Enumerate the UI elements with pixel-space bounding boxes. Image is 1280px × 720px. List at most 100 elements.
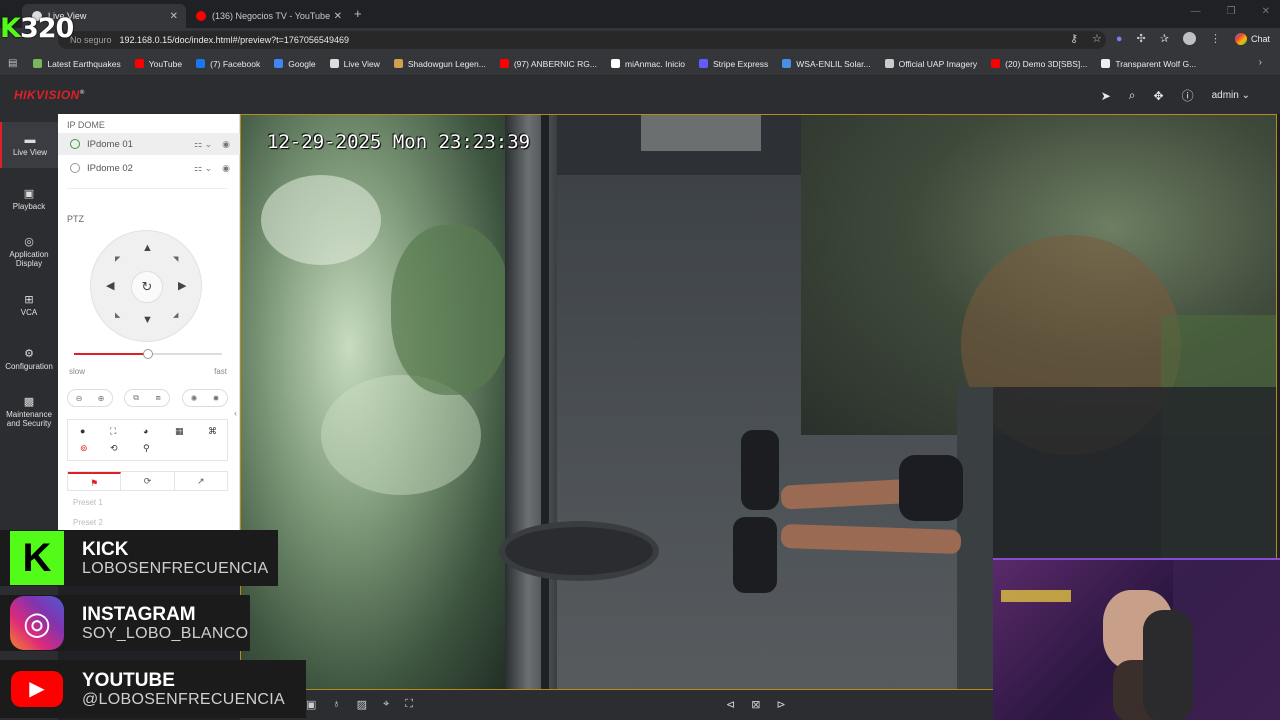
sidebar-toggle-icon[interactable]: ▤ bbox=[8, 58, 17, 69]
microphone-icon[interactable]: ♁ bbox=[332, 698, 340, 711]
tab-title: (136) Negocios TV - YouTube bbox=[212, 11, 331, 21]
maximize-icon[interactable]: ❐ bbox=[1227, 6, 1236, 17]
region-focus-icon[interactable]: ⌖ bbox=[383, 698, 389, 711]
nav-vca[interactable]: ⊞ VCA bbox=[0, 295, 58, 318]
zoom-in-icon[interactable]: ⊕ bbox=[98, 394, 105, 403]
hikvision-logo: HIKVISION® bbox=[14, 88, 85, 102]
minimize-icon[interactable]: — bbox=[1191, 6, 1201, 17]
ptz-up-left-icon[interactable]: ◤ bbox=[115, 255, 120, 263]
ptz-auto-rotate-icon[interactable]: ↻ bbox=[131, 271, 163, 303]
info-icon[interactable]: ⓘ bbox=[1182, 87, 1194, 104]
instagram-logo-icon: ◎ bbox=[10, 596, 64, 650]
bookmark[interactable]: Latest Earthquakes bbox=[33, 59, 121, 69]
grid-icon[interactable]: ▦ bbox=[175, 426, 184, 437]
stream-icon[interactable]: ⚏ ⌄ bbox=[194, 163, 212, 174]
extension-icon[interactable]: ● bbox=[1116, 33, 1123, 45]
counter-prefix: K bbox=[0, 13, 21, 44]
security-status[interactable]: No seguro bbox=[70, 35, 112, 45]
profile-avatar[interactable] bbox=[1182, 32, 1196, 45]
close-tab-icon[interactable]: ✕ bbox=[170, 11, 178, 22]
zoom-buttons: ⊖ ⊕ bbox=[67, 389, 113, 407]
tab-patrol[interactable]: ⟳ bbox=[121, 472, 175, 490]
nav-application-display[interactable]: ◎ Application Display bbox=[0, 237, 58, 269]
bookmark[interactable]: Stripe Express bbox=[698, 59, 768, 69]
zoom-search-icon[interactable]: ⊚ bbox=[80, 443, 88, 454]
picture-icon[interactable]: ▨ bbox=[357, 698, 367, 711]
tracking-icon[interactable]: ⌘ bbox=[208, 426, 217, 437]
3d-position-icon[interactable]: ⛶ bbox=[110, 426, 116, 437]
user-menu[interactable]: admin ⌄ bbox=[1212, 90, 1250, 101]
bookmark[interactable]: Official UAP Imagery bbox=[884, 59, 977, 69]
send-icon[interactable]: ➤ bbox=[1101, 89, 1111, 103]
new-tab-button[interactable]: + bbox=[354, 6, 362, 21]
wiper-icon[interactable]: ⚲ bbox=[143, 443, 150, 454]
stop-all-icon[interactable]: ⊠ bbox=[751, 698, 760, 711]
bookmark[interactable]: miAnmac. Inicio bbox=[610, 59, 685, 69]
tab-preset[interactable]: ⚑ bbox=[68, 472, 122, 490]
iris-close-icon[interactable]: ✺ bbox=[191, 394, 198, 403]
speed-slider-fill bbox=[74, 353, 148, 355]
record-icon[interactable]: ◉ bbox=[222, 163, 230, 174]
ptz-right-icon[interactable]: ▶ bbox=[178, 279, 186, 292]
iris-open-icon[interactable]: ✹ bbox=[213, 394, 220, 403]
bookmark[interactable]: (7) Facebook bbox=[196, 59, 260, 69]
nav-playback[interactable]: ▣ Playback bbox=[0, 188, 58, 212]
ptz-joystick[interactable]: ▲ ▼ ◀ ▶ ◤ ◥ ◣ ◢ ↻ bbox=[90, 230, 202, 342]
menu-icon[interactable]: ⋮ bbox=[1210, 32, 1221, 45]
next-icon[interactable]: ⊳ bbox=[776, 698, 785, 711]
tab-pattern[interactable]: ↗ bbox=[175, 472, 227, 490]
bookmark[interactable]: Live View bbox=[329, 59, 380, 69]
playback-icon: ▣ bbox=[23, 188, 35, 200]
ptz-down-icon[interactable]: ▼ bbox=[142, 314, 153, 326]
speed-slider[interactable] bbox=[74, 349, 222, 359]
ptz-up-icon[interactable]: ▲ bbox=[142, 242, 153, 254]
close-tab-icon[interactable]: ✕ bbox=[334, 11, 342, 22]
bookmark[interactable]: YouTube bbox=[134, 59, 182, 69]
nav-maintenance[interactable]: ▩ Maintenance and Security bbox=[0, 397, 58, 429]
focus-near-icon[interactable]: ⧉ bbox=[133, 393, 139, 403]
speed-slider-handle[interactable] bbox=[143, 349, 153, 359]
stream-icon[interactable]: ⚏ ⌄ bbox=[194, 139, 212, 150]
ptz-up-right-icon[interactable]: ◥ bbox=[173, 255, 178, 263]
zoom-out-icon[interactable]: ⊖ bbox=[76, 394, 83, 403]
preset-item[interactable]: Preset 1 bbox=[73, 498, 103, 507]
app-header: HIKVISION® ➤ ⌕ ✥ ⓘ admin ⌄ bbox=[0, 76, 1280, 114]
light-icon[interactable]: ● bbox=[80, 426, 85, 436]
bookmark[interactable]: Transparent Wolf G... bbox=[1101, 59, 1196, 69]
social-handle: @LOBOSENFRECUENCIA bbox=[82, 690, 286, 708]
previous-icon[interactable]: ⊲ bbox=[726, 698, 735, 711]
chevron-right-icon[interactable]: › bbox=[1259, 57, 1262, 68]
digital-zoom-icon[interactable]: ⛶ bbox=[405, 698, 413, 711]
favorites-icon[interactable]: ✰ bbox=[1160, 32, 1169, 45]
search-icon[interactable]: ⌕ bbox=[1129, 88, 1136, 103]
bookmark[interactable]: WSA-ENLIL Solar... bbox=[782, 59, 871, 69]
key-icon[interactable]: ⚷ bbox=[1070, 32, 1078, 45]
preset-item[interactable]: Preset 2 bbox=[73, 518, 103, 527]
focus-assist-icon[interactable]: ◕ bbox=[143, 426, 148, 436]
bookmark[interactable]: Google bbox=[274, 59, 316, 69]
bookmark[interactable]: (20) Demo 3D[SBS]... bbox=[991, 59, 1087, 69]
star-icon[interactable]: ☆ bbox=[1092, 32, 1102, 45]
nav-configuration[interactable]: ⚙ Configuration bbox=[0, 349, 58, 372]
tab-youtube[interactable]: (136) Negocios TV - YouTube ✕ bbox=[186, 4, 350, 28]
settings-puzzle-icon[interactable]: ✥ bbox=[1154, 89, 1164, 103]
ptz-down-right-icon[interactable]: ◢ bbox=[173, 311, 178, 319]
ptz-left-icon[interactable]: ◀ bbox=[106, 279, 114, 292]
collapse-panel-icon[interactable]: ‹ bbox=[234, 408, 237, 418]
chat-button[interactable]: Chat bbox=[1234, 32, 1270, 45]
camera-item[interactable]: IPdome 02 ⚏ ⌄ ◉ bbox=[58, 157, 240, 179]
nav-live-view[interactable]: ▬ Live View bbox=[0, 122, 58, 168]
snapshot-icon[interactable]: ▣ bbox=[306, 698, 316, 711]
focus-far-icon[interactable]: ⧈ bbox=[156, 393, 161, 403]
chat-label: Chat bbox=[1250, 33, 1270, 44]
record-icon[interactable]: ◉ bbox=[222, 139, 230, 150]
bookmark[interactable]: Shadowgun Legen... bbox=[393, 59, 486, 69]
close-window-icon[interactable]: ✕ bbox=[1262, 6, 1270, 17]
url-input[interactable]: No seguro 192.168.0.15/doc/index.html#/p… bbox=[58, 31, 1106, 49]
ptz-down-left-icon[interactable]: ◣ bbox=[115, 311, 120, 319]
kick-overlay: K KICK LOBOSENFRECUENCIA bbox=[0, 530, 278, 586]
reset-icon[interactable]: ⟲ bbox=[110, 443, 118, 454]
camera-item[interactable]: IPdome 01 ⚏ ⌄ ◉ bbox=[58, 133, 240, 155]
bookmark[interactable]: (97) ANBERNIC RG... bbox=[499, 59, 597, 69]
puzzle-icon[interactable]: ✣ bbox=[1137, 32, 1146, 45]
